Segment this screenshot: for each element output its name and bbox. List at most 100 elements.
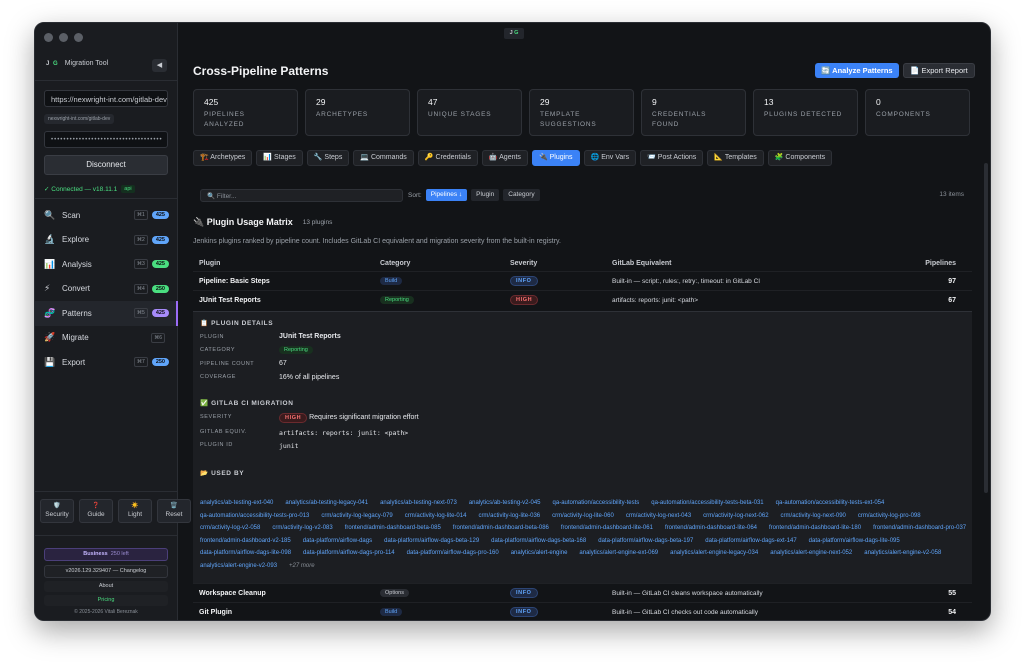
sidebar-item-patterns[interactable]: 🧬 Patterns ⌘5 425 bbox=[35, 301, 178, 326]
used-by-link[interactable]: qa-automation/accessibility-tests-ext-05… bbox=[776, 500, 885, 506]
used-by-link[interactable]: crm/activity-log-next-090 bbox=[781, 513, 846, 519]
used-by-link[interactable]: crm/activity-log-lite-036 bbox=[478, 513, 540, 519]
used-by-link[interactable]: crm/activity-log-v2-083 bbox=[272, 525, 332, 531]
tab-env-vars[interactable]: 🌐 Env Vars bbox=[583, 150, 637, 166]
used-by-link[interactable]: data-platform/airflow-dags-lite-098 bbox=[200, 550, 291, 556]
used-by-link[interactable]: frontend/admin-dashboard-beta-086 bbox=[453, 525, 549, 531]
disconnect-button[interactable]: Disconnect bbox=[44, 155, 168, 175]
scrollbar[interactable] bbox=[984, 163, 988, 493]
count-badge: 250 bbox=[151, 284, 169, 293]
pipeline-count: 67 bbox=[948, 296, 956, 304]
light-button[interactable]: ☀️ Light bbox=[118, 499, 152, 523]
col-severity[interactable]: Severity bbox=[510, 260, 612, 267]
close-window-button[interactable] bbox=[44, 33, 53, 42]
table-row[interactable]: JUnit Test Reports Reporting HIGH artifacts… bbox=[193, 290, 972, 309]
sidebar-item-export[interactable]: 💾 Export ⌘7 250 bbox=[35, 350, 178, 375]
table-row[interactable]: Pipeline: Basic Steps Build INFO Built-in —… bbox=[193, 271, 972, 290]
export-report-button[interactable]: 📄 Export Report bbox=[903, 63, 975, 78]
detail-equiv-label: GITLAB EQUIV. bbox=[200, 429, 248, 435]
used-by-link[interactable]: data-platform/airflow-dags-beta-168 bbox=[491, 538, 586, 544]
used-by-link[interactable]: crm/activity-log-next-062 bbox=[703, 513, 768, 519]
pricing-link[interactable]: Pricing bbox=[44, 595, 168, 606]
used-by-link[interactable]: data-platform/airflow-dags-pro-114 bbox=[303, 550, 395, 556]
used-by-link[interactable]: frontend/admin-dashboard-lite-180 bbox=[769, 525, 861, 531]
collapse-sidebar-button[interactable]: ◀ bbox=[152, 59, 167, 72]
sort-option-2[interactable]: Category bbox=[503, 189, 540, 201]
used-by-link[interactable]: frontend/admin-dashboard-lite-061 bbox=[561, 525, 653, 531]
used-by-link[interactable]: frontend/admin-dashboard-lite-064 bbox=[665, 525, 757, 531]
token-input[interactable]: •••••••••••••••••••••••••••••••••••• bbox=[44, 131, 168, 148]
used-by-link[interactable]: analytics/alert-engine-ext-069 bbox=[579, 550, 658, 556]
col-gitlab-equivalent[interactable]: GitLab Equivalent bbox=[612, 260, 912, 267]
used-by-link[interactable]: data-platform/airflow-dags-lite-095 bbox=[809, 538, 900, 544]
used-by-link[interactable]: data-platform/airflow-dags bbox=[303, 538, 372, 544]
gitlab-url-input[interactable]: https://nexwright-int.com/gitlab-dev bbox=[44, 90, 168, 107]
filter-input[interactable]: 🔍 Filter... bbox=[200, 189, 403, 202]
used-by-link[interactable]: data-platform/airflow-dags-ext-147 bbox=[705, 538, 796, 544]
tool-label: Security bbox=[45, 511, 69, 518]
plugin-details-panel: 📋 PLUGIN DETAILS PLUGIN JUnit Test Repor… bbox=[193, 311, 972, 583]
table-row[interactable]: Workspace Cleanup Options INFO Built-in — G… bbox=[193, 583, 972, 602]
used-by-link[interactable]: data-platform/airflow-dags-beta-129 bbox=[384, 538, 479, 544]
used-by-link[interactable]: frontend/admin-dashboard-beta-085 bbox=[345, 525, 441, 531]
plugin-details-heading: 📋 PLUGIN DETAILS bbox=[200, 320, 274, 327]
security-icon: 🛡️ bbox=[53, 503, 61, 509]
sidebar-item-migrate[interactable]: 🚀 Migrate ⌘6 bbox=[35, 326, 178, 351]
used-by-link[interactable]: crm/activity-log-legacy-079 bbox=[321, 513, 392, 519]
about-link[interactable]: About bbox=[44, 581, 168, 592]
tab-components[interactable]: 🧩 Components bbox=[767, 150, 833, 166]
tab-post-actions[interactable]: 📨 Post Actions bbox=[640, 150, 704, 166]
used-by-link[interactable]: analytics/alert-engine bbox=[511, 550, 568, 556]
sidebar-item-analysis[interactable]: 📊 Analysis ⌘3 425 bbox=[35, 252, 178, 277]
used-by-more[interactable]: +27 more bbox=[289, 563, 315, 569]
used-by-link[interactable]: frontend/admin-dashboard-pro-037 bbox=[873, 525, 966, 531]
used-by-link[interactable]: crm/activity-log-next-043 bbox=[626, 513, 691, 519]
plan-badge[interactable]: Business 250 left bbox=[44, 548, 168, 561]
used-by-link[interactable]: analytics/ab-testing-ext-040 bbox=[200, 500, 273, 506]
item-count: 13 items bbox=[939, 191, 964, 198]
used-by-link[interactable]: crm/activity-log-pro-098 bbox=[858, 513, 921, 519]
tab-steps[interactable]: 🔧 Steps bbox=[306, 150, 350, 166]
version-changelog-link[interactable]: v2026.129.329407 — Changelog bbox=[44, 565, 168, 578]
tab-credentials[interactable]: 🔑 Credentials bbox=[417, 150, 478, 166]
analyze-patterns-button[interactable]: 🔄 Analyze Patterns bbox=[815, 63, 899, 78]
sort-option-0[interactable]: Pipelines ↓ bbox=[425, 189, 468, 201]
used-by-link[interactable]: data-platform/airflow-dags-pro-160 bbox=[407, 550, 499, 556]
used-by-link[interactable]: qa-automation/accessibility-tests-pro-01… bbox=[200, 513, 309, 519]
tab-agents[interactable]: 🤖 Agents bbox=[481, 150, 528, 166]
col-category[interactable]: Category bbox=[380, 260, 510, 267]
used-by-link[interactable]: data-platform/airflow-dags-beta-197 bbox=[598, 538, 693, 544]
guide-button[interactable]: ❓ Guide bbox=[79, 499, 113, 523]
tab-stages[interactable]: 📊 Stages bbox=[256, 150, 303, 166]
security-button[interactable]: 🛡️ Security bbox=[40, 499, 74, 523]
used-by-link[interactable]: qa-automation/accessibility-tests bbox=[553, 500, 640, 506]
used-by-link[interactable]: analytics/alert-engine-v2-093 bbox=[200, 563, 277, 569]
tab-archetypes[interactable]: 🏗️ Archetypes bbox=[193, 150, 253, 166]
used-by-link[interactable]: frontend/admin-dashboard-v2-185 bbox=[200, 538, 291, 544]
used-by-link[interactable]: analytics/ab-testing-v2-045 bbox=[469, 500, 541, 506]
used-by-link[interactable]: crm/activity-log-lite-014 bbox=[405, 513, 467, 519]
sidebar-item-explore[interactable]: 🔬 Explore ⌘2 425 bbox=[35, 228, 178, 253]
analyze-icon: 🔄 bbox=[821, 66, 833, 75]
used-by-link[interactable]: analytics/alert-engine-legacy-034 bbox=[670, 550, 758, 556]
used-by-link[interactable]: analytics/ab-testing-next-073 bbox=[380, 500, 457, 506]
col-pipelines[interactable]: Pipelines bbox=[912, 260, 972, 267]
used-by-link[interactable]: analytics/alert-engine-next-052 bbox=[770, 550, 852, 556]
col-plugin[interactable]: Plugin bbox=[193, 260, 380, 267]
tab-plugins[interactable]: 🔌 Plugins bbox=[531, 150, 580, 166]
used-by-link[interactable]: crm/activity-log-v2-058 bbox=[200, 525, 260, 531]
divider bbox=[35, 80, 177, 81]
zoom-window-button[interactable] bbox=[74, 33, 83, 42]
sidebar-item-scan[interactable]: 🔍 Scan ⌘1 425 bbox=[35, 203, 178, 228]
used-by-link[interactable]: qa-automation/accessibility-tests-beta-0… bbox=[651, 500, 763, 506]
used-by-link[interactable]: analytics/alert-engine-v2-058 bbox=[864, 550, 941, 556]
tab-templates[interactable]: 📐 Templates bbox=[707, 150, 764, 166]
minimize-window-button[interactable] bbox=[59, 33, 68, 42]
table-row[interactable]: Git Plugin Build INFO Built-in — GitLab CI … bbox=[193, 602, 972, 620]
detail-plugin-value: JUnit Test Reports bbox=[279, 333, 341, 340]
tab-commands[interactable]: 💻 Commands bbox=[353, 150, 414, 166]
sort-option-1[interactable]: Plugin bbox=[471, 189, 500, 201]
used-by-link[interactable]: analytics/ab-testing-legacy-041 bbox=[285, 500, 368, 506]
used-by-link[interactable]: crm/activity-log-lite-060 bbox=[552, 513, 614, 519]
sidebar-item-convert[interactable]: ⚡ Convert ⌘4 250 bbox=[35, 277, 178, 302]
